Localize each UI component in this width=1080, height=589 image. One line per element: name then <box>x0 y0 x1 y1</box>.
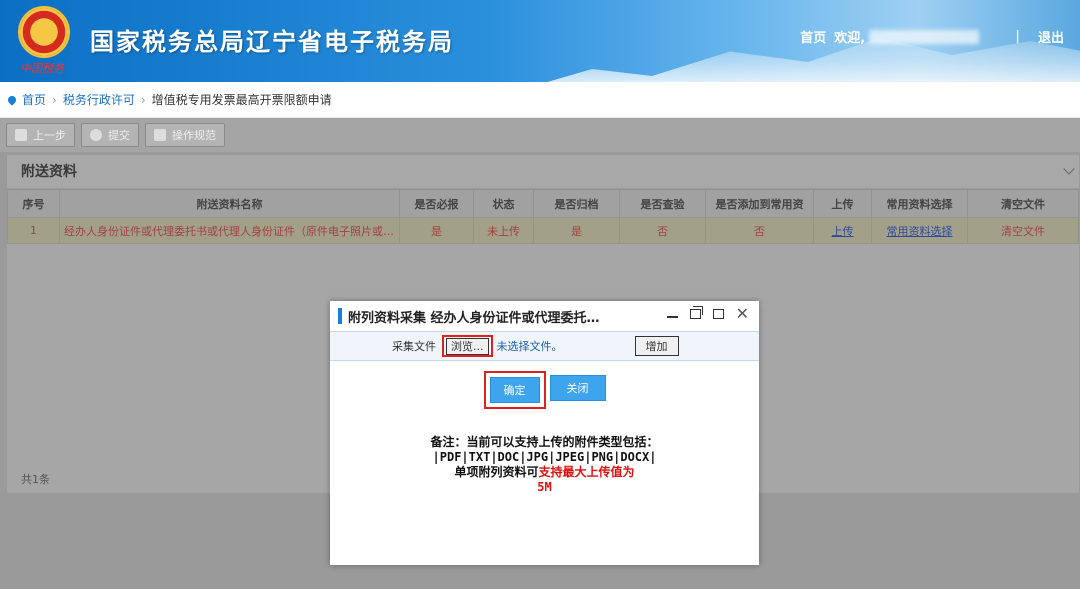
minimize-icon[interactable] <box>666 316 678 318</box>
cell-required: 是 <box>399 217 474 244</box>
submit-button[interactable]: 提交 <box>81 123 139 147</box>
restore-icon[interactable] <box>689 306 703 319</box>
col-verified: 是否查验 <box>619 189 706 218</box>
cell-status: 未上传 <box>473 217 534 244</box>
cell-archived: 是 <box>533 217 620 244</box>
location-pin-icon <box>6 93 18 106</box>
dialog-actions: 确定 关闭 <box>330 371 759 409</box>
toolbar: 上一步 提交 操作规范 <box>0 118 1080 152</box>
ok-button[interactable]: 确定 <box>489 377 540 403</box>
col-clear: 清空文件 <box>967 189 1079 218</box>
prev-step-label: 上一步 <box>33 129 66 142</box>
panel-title-text: 附送资料 <box>21 164 77 180</box>
chevron-down-icon[interactable] <box>1063 163 1075 175</box>
close-icon[interactable]: ✕ <box>736 306 749 322</box>
attachment-upload-dialog: 附列资料采集 经办人身份证件或代理委托… ✕ 采集文件 浏览... 未选择文件。… <box>330 301 759 565</box>
clear-file-link[interactable]: 清空文件 <box>967 217 1079 244</box>
title-accent-bar <box>338 308 342 324</box>
logout-link[interactable]: 退出 <box>1038 27 1064 46</box>
close-button[interactable]: 关闭 <box>549 375 606 401</box>
guide-label: 操作规范 <box>172 129 216 142</box>
col-archived: 是否归档 <box>533 189 620 218</box>
table-header-row: 序号 附送资料名称 是否必报 状态 是否归档 是否查验 是否添加到常用资 上传 … <box>7 189 1079 218</box>
col-status: 状态 <box>473 189 534 218</box>
note-line-1: 备注：当前可以支持上传的附件类型包括： <box>430 435 659 449</box>
window-controls: ✕ <box>666 306 749 322</box>
browse-highlight: 浏览... <box>442 335 493 357</box>
cell-name: 经办人身份证件或代理委托书或代理人身份证件（原件电子照片或… <box>59 217 400 244</box>
user-name-masked <box>869 29 980 44</box>
col-add-common: 是否添加到常用资 <box>705 189 814 218</box>
add-button[interactable]: 增加 <box>634 336 679 356</box>
note-line-3b: 支持最大上传值为 <box>538 465 635 479</box>
maximize-icon[interactable] <box>712 309 724 319</box>
file-label: 采集文件 <box>392 340 436 353</box>
no-file-text: 未选择文件。 <box>496 340 563 353</box>
emblem-caption: 中国税务 <box>20 62 64 75</box>
tax-emblem-icon <box>18 6 70 58</box>
panel-title: 附送资料 <box>7 155 1079 189</box>
check-circle-icon <box>90 129 102 141</box>
dialog-title: 附列资料采集 经办人身份证件或代理委托… <box>348 310 600 326</box>
col-required: 是否必报 <box>399 189 474 218</box>
header-banner: 中国税务 国家税务总局辽宁省电子税务局 首页 欢迎, | 退出 <box>0 0 1080 82</box>
total-count: 共1条 <box>21 473 50 486</box>
upload-note: 备注：当前可以支持上传的附件类型包括： |PDF|TXT|DOC|JPG|JPE… <box>330 435 759 495</box>
note-line-2: |PDF|TXT|DOC|JPG|JPEG|PNG|DOCX| <box>432 450 657 464</box>
breadcrumb-tax-permit[interactable]: 税务行政许可 <box>63 91 135 108</box>
home-link[interactable]: 首页 <box>800 27 826 46</box>
cell-index: 1 <box>7 217 60 244</box>
browse-button[interactable]: 浏览... <box>446 338 489 355</box>
attachments-table: 序号 附送资料名称 是否必报 状态 是否归档 是否查验 是否添加到常用资 上传 … <box>7 189 1079 244</box>
note-line-3: 单项附列资料可支持最大上传值为 <box>330 465 759 480</box>
note-line-4: 5M <box>537 480 552 494</box>
arrow-left-icon <box>15 129 27 141</box>
cell-add-common: 否 <box>705 217 814 244</box>
upload-link[interactable]: 上传 <box>813 217 872 244</box>
nav-separator: | <box>1015 29 1020 44</box>
guide-button[interactable]: 操作规范 <box>145 123 225 147</box>
col-upload: 上传 <box>813 189 872 218</box>
choose-common-link[interactable]: 常用资料选择 <box>871 217 968 244</box>
breadcrumb-home[interactable]: 首页 <box>22 91 46 108</box>
chevron-right-icon: › <box>140 92 146 107</box>
table-row: 1 经办人身份证件或代理委托书或代理人身份证件（原件电子照片或… 是 未上传 是… <box>7 217 1079 244</box>
header-nav: 首页 欢迎, | 退出 <box>800 27 1064 46</box>
chevron-right-icon: › <box>52 92 57 107</box>
ok-highlight: 确定 <box>483 371 546 409</box>
note-line-3a: 单项附列资料可 <box>454 465 539 479</box>
welcome-text: 欢迎, <box>834 31 866 46</box>
dialog-header: 附列资料采集 经办人身份证件或代理委托… ✕ <box>330 301 759 331</box>
col-name: 附送资料名称 <box>59 189 400 218</box>
site-title: 国家税务总局辽宁省电子税务局 <box>90 28 454 56</box>
col-choose-common: 常用资料选择 <box>871 189 968 218</box>
file-collect-row: 采集文件 浏览... 未选择文件。 增加 <box>330 331 759 361</box>
submit-label: 提交 <box>108 129 130 142</box>
breadcrumb-current: 增值税专用发票最高开票限额申请 <box>151 93 332 107</box>
users-icon <box>154 129 166 141</box>
prev-step-button[interactable]: 上一步 <box>6 123 75 147</box>
breadcrumb: 首页 › 税务行政许可 › 增值税专用发票最高开票限额申请 <box>0 82 1080 118</box>
cell-verified: 否 <box>619 217 706 244</box>
col-index: 序号 <box>7 189 60 218</box>
